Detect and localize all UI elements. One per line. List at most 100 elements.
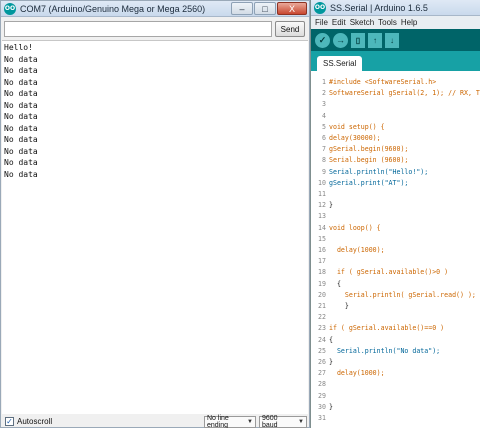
code-text: { [329, 335, 333, 344]
code-line: 18 if ( gSerial.available()>0 ) [311, 266, 480, 278]
code-line: 8 Serial.begin (9600); [311, 154, 480, 166]
serial-input[interactable] [4, 21, 272, 37]
autoscroll-checkbox[interactable]: ✓ [5, 417, 14, 426]
code-text: if ( gSerial.available()>0 ) [329, 268, 449, 277]
code-line: 14 void loop() { [311, 222, 480, 234]
line-number: 28 [318, 380, 326, 389]
serial-output-line: No data [4, 123, 38, 133]
code-editor[interactable]: 1 #include <SoftwareSerial.h> 2 SoftwareSer… [311, 74, 480, 428]
code-text: Serial.println("Hello!"); [329, 167, 429, 176]
line-number: 16 [318, 246, 326, 254]
ide-toolbar: ✓ → ▯ ↑ ↓ [311, 29, 480, 51]
menu-file[interactable]: File [315, 18, 328, 27]
code-line: 6 delay(30000); [311, 132, 480, 144]
code-line: 29 [311, 390, 480, 402]
line-number: 10 [318, 178, 326, 187]
chevron-down-icon: ▼ [298, 418, 304, 425]
line-number: 15 [318, 234, 326, 243]
line-number: 6 [322, 134, 326, 142]
code-line: 16 delay(1000); [311, 244, 480, 256]
line-number: 12 [318, 201, 326, 210]
line-number: 1 [322, 78, 326, 86]
desktop: OO COM7 (Arduino/Genuino Mega or Mega 25… [0, 0, 480, 428]
verify-icon[interactable]: ✓ [315, 32, 330, 48]
minimize-icon[interactable]: – [231, 2, 253, 15]
code-text: void setup() { [329, 122, 385, 131]
serial-output-line: No data [4, 112, 38, 121]
tab-ss-serial[interactable]: SS.Serial [317, 56, 363, 71]
ide-titlebar[interactable]: OO SS.Serial | Arduino 1.6.5 [311, 0, 480, 16]
code-line: 4 [311, 110, 480, 122]
serial-output: Hello! No data No data No data No data No dat… [2, 40, 308, 414]
line-ending-select[interactable]: No line ending ▼ [204, 414, 256, 428]
line-number: 19 [318, 279, 326, 288]
code-line: 10 gSerial.print("AT"); [311, 177, 480, 189]
code-line: 19 { [311, 278, 480, 290]
code-line: 11 [311, 188, 480, 200]
menu-edit[interactable]: Edit [332, 18, 346, 27]
ide-title: SS.Serial | Arduino 1.6.5 [330, 2, 428, 13]
line-number: 25 [318, 346, 326, 355]
line-number: 27 [318, 369, 326, 378]
code-text: } [329, 402, 333, 411]
line-number: 8 [322, 156, 326, 165]
line-number: 7 [322, 145, 326, 154]
code-line: 28 [311, 378, 480, 390]
code-line: 26} [311, 356, 480, 368]
close-icon[interactable]: X [277, 2, 307, 15]
line-number: 13 [318, 212, 326, 221]
menu-tools[interactable]: Tools [378, 18, 397, 27]
autoscroll-label: Autoscroll [17, 417, 53, 426]
serial-output-line: No data [4, 146, 38, 156]
serial-output-line: No data [4, 89, 38, 98]
serial-monitor-titlebar[interactable]: OO COM7 (Arduino/Genuino Mega or Mega 25… [1, 1, 309, 17]
menu-sketch[interactable]: Sketch [350, 18, 374, 27]
serial-output-line: No data [4, 100, 38, 110]
menu-help[interactable]: Help [401, 18, 417, 27]
code-text: gSerial.begin(9600); [329, 145, 409, 154]
code-text: gSerial.print("AT"); [329, 178, 409, 187]
chevron-down-icon: ▼ [247, 418, 253, 425]
code-text: SoftwareSerial gSerial(2, 1); // RX, TX [329, 89, 480, 98]
new-sketch-icon[interactable]: ▯ [351, 32, 365, 48]
line-number: 23 [318, 324, 326, 333]
serial-monitor-footer: ✓ Autoscroll No line ending ▼ 9600 baud … [2, 415, 308, 428]
code-text: } [329, 358, 333, 366]
line-number: 26 [318, 358, 326, 366]
line-ending-value: No line ending [207, 414, 229, 428]
line-number: 24 [318, 335, 326, 344]
baud-rate-value: 9600 baud [262, 414, 278, 428]
code-line: 20 Serial.println( gSerial.read() ); [311, 289, 480, 301]
send-button[interactable]: Send [275, 21, 305, 37]
code-line: 22 [311, 311, 480, 323]
line-number: 21 [318, 302, 326, 310]
arduino-ide-window: OO SS.Serial | Arduino 1.6.5 File Edit S… [310, 0, 480, 428]
serial-output-line: No data [4, 66, 38, 75]
code-text: void loop() { [329, 223, 381, 232]
line-number: 5 [322, 122, 326, 131]
code-text: } [329, 302, 349, 310]
line-number: 3 [322, 100, 326, 109]
code-line: 17 [311, 255, 480, 267]
upload-icon[interactable]: → [333, 32, 348, 48]
code-line: 30} [311, 401, 480, 413]
serial-monitor-title: COM7 (Arduino/Genuino Mega or Mega 2560) [20, 3, 206, 14]
code-text: Serial.begin (9600); [329, 156, 409, 165]
save-sketch-icon[interactable]: ↓ [385, 32, 399, 48]
code-line: 9 Serial.println("Hello!"); [311, 166, 480, 178]
tab-strip: SS.Serial [311, 51, 480, 71]
menu-bar: File Edit Sketch Tools Help [311, 16, 480, 29]
code-text: } [329, 201, 333, 210]
code-line: 5 void setup() { [311, 121, 480, 133]
line-number: 29 [318, 391, 326, 400]
code-line: 27 delay(1000); [311, 367, 480, 379]
maximize-icon[interactable]: □ [254, 2, 276, 15]
code-text: Serial.println( gSerial.read() ); [329, 290, 476, 299]
code-line: 23 if ( gSerial.available()==0 ) [311, 322, 480, 334]
code-line: 25 Serial.println("No data"); [311, 345, 480, 357]
baud-rate-select[interactable]: 9600 baud ▼ [259, 414, 307, 428]
line-number: 4 [322, 111, 326, 120]
line-number: 2 [322, 89, 326, 98]
serial-output-line: No data [4, 54, 38, 64]
open-sketch-icon[interactable]: ↑ [368, 32, 382, 48]
